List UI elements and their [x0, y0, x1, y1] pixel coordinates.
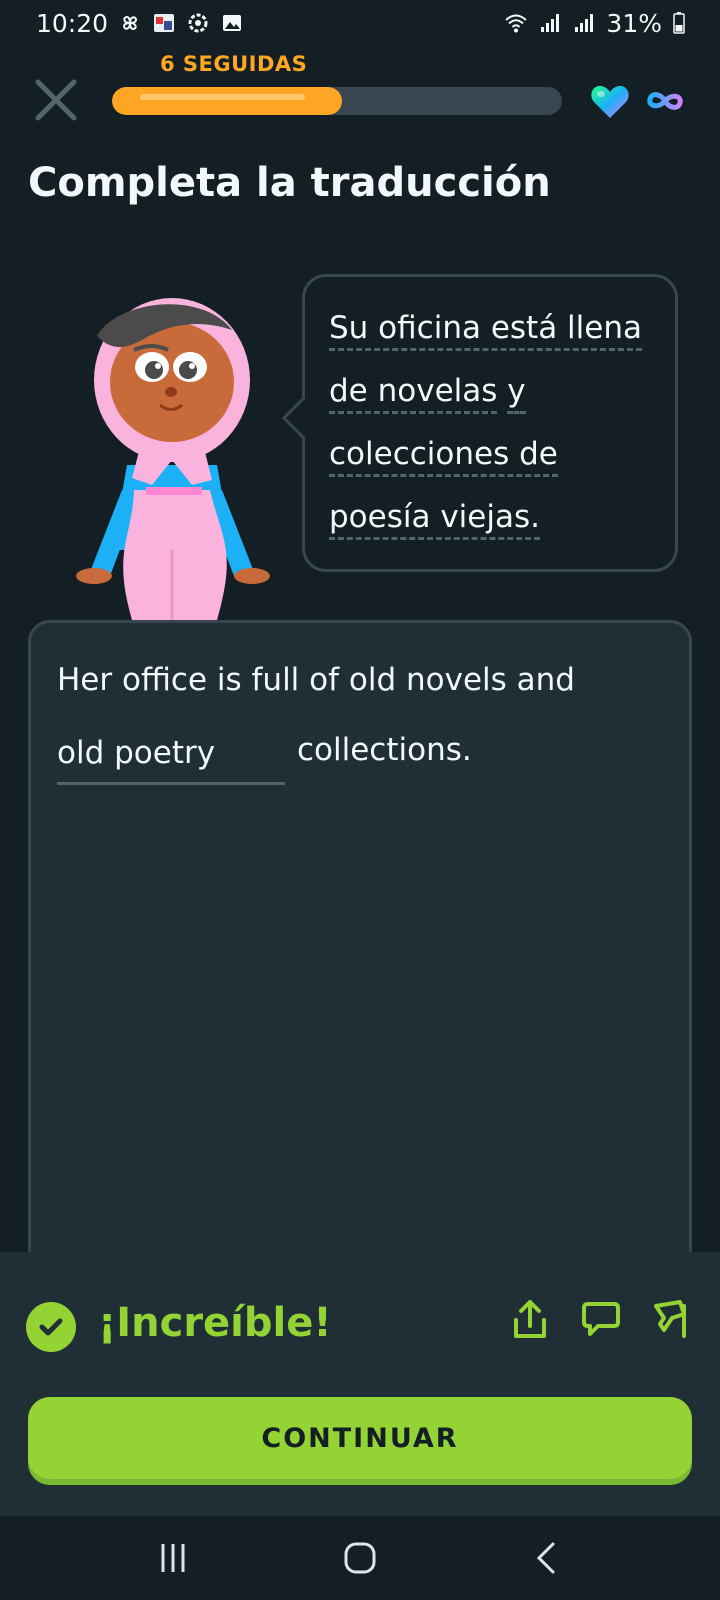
- status-bar: 10:20 31%: [0, 0, 720, 46]
- back-icon: [536, 1542, 555, 1574]
- wifi-icon: [504, 11, 528, 35]
- heart-icon[interactable]: [590, 84, 630, 120]
- hint-text[interactable]: poesía viejas.: [329, 499, 540, 540]
- bubble-line-2: de novelas y: [329, 360, 651, 423]
- bubble-line-3: colecciones de: [329, 423, 651, 486]
- lesson-progress-bar: [112, 87, 562, 115]
- close-button[interactable]: [34, 78, 78, 122]
- battery-percent: 31%: [606, 8, 662, 38]
- share-icon[interactable]: [510, 1298, 550, 1340]
- battery-icon: [672, 11, 686, 35]
- back-button[interactable]: [517, 1533, 577, 1583]
- close-icon: [35, 79, 77, 121]
- signal-icon-2: [572, 11, 596, 35]
- pinwheel-icon: [118, 11, 142, 35]
- translation-line-2: old poetry collections.: [57, 715, 663, 785]
- notification-app-icon: [152, 11, 176, 35]
- navigation-bar: [0, 1516, 720, 1600]
- streak-label: 6 SEGUIDAS: [160, 52, 308, 76]
- home-button[interactable]: [330, 1533, 390, 1583]
- progress-shine: [140, 94, 306, 100]
- status-left: 10:20: [36, 9, 244, 38]
- translation-answer-card: Her office is full of old novels and old…: [28, 620, 692, 1320]
- bubble-line-4: poesía viejas.: [329, 486, 651, 549]
- feedback-footer: ¡Increíble! CONTINUAR: [0, 1252, 720, 1516]
- hint-text[interactable]: y: [507, 373, 526, 414]
- signal-icon: [538, 11, 562, 35]
- translation-after-blank: collections.: [297, 732, 472, 768]
- hint-text[interactable]: de novelas: [329, 373, 498, 414]
- check-icon: [26, 1302, 76, 1352]
- home-icon: [344, 1542, 376, 1574]
- status-time: 10:20: [36, 8, 109, 38]
- feedback-message: ¡Increíble!: [98, 1300, 332, 1346]
- image-icon: [220, 11, 244, 35]
- progress-fill: [112, 87, 342, 115]
- translation-line-1: Her office is full of old novels and: [57, 662, 575, 698]
- status-right: 31%: [504, 9, 686, 38]
- report-flag-icon[interactable]: [650, 1298, 690, 1340]
- continue-button[interactable]: CONTINUAR: [28, 1397, 692, 1479]
- comment-icon[interactable]: [580, 1298, 620, 1340]
- speech-bubble: Su oficina está llena de novelas y colec…: [281, 274, 678, 572]
- answer-blank-input[interactable]: old poetry: [57, 724, 285, 785]
- infinity-icon[interactable]: [644, 88, 686, 114]
- page-title: Completa la traducción: [28, 160, 551, 206]
- bubble-line-1: Su oficina está llena: [329, 297, 651, 360]
- recent-apps-button[interactable]: [143, 1533, 203, 1583]
- settings-gear-icon: [186, 11, 210, 35]
- hint-text[interactable]: Su oficina está llena: [329, 310, 642, 351]
- character-illustration: [72, 290, 282, 620]
- hint-text[interactable]: colecciones de: [329, 436, 558, 477]
- speech-bubble-tail: [281, 396, 325, 440]
- recent-apps-icon: [161, 1544, 185, 1572]
